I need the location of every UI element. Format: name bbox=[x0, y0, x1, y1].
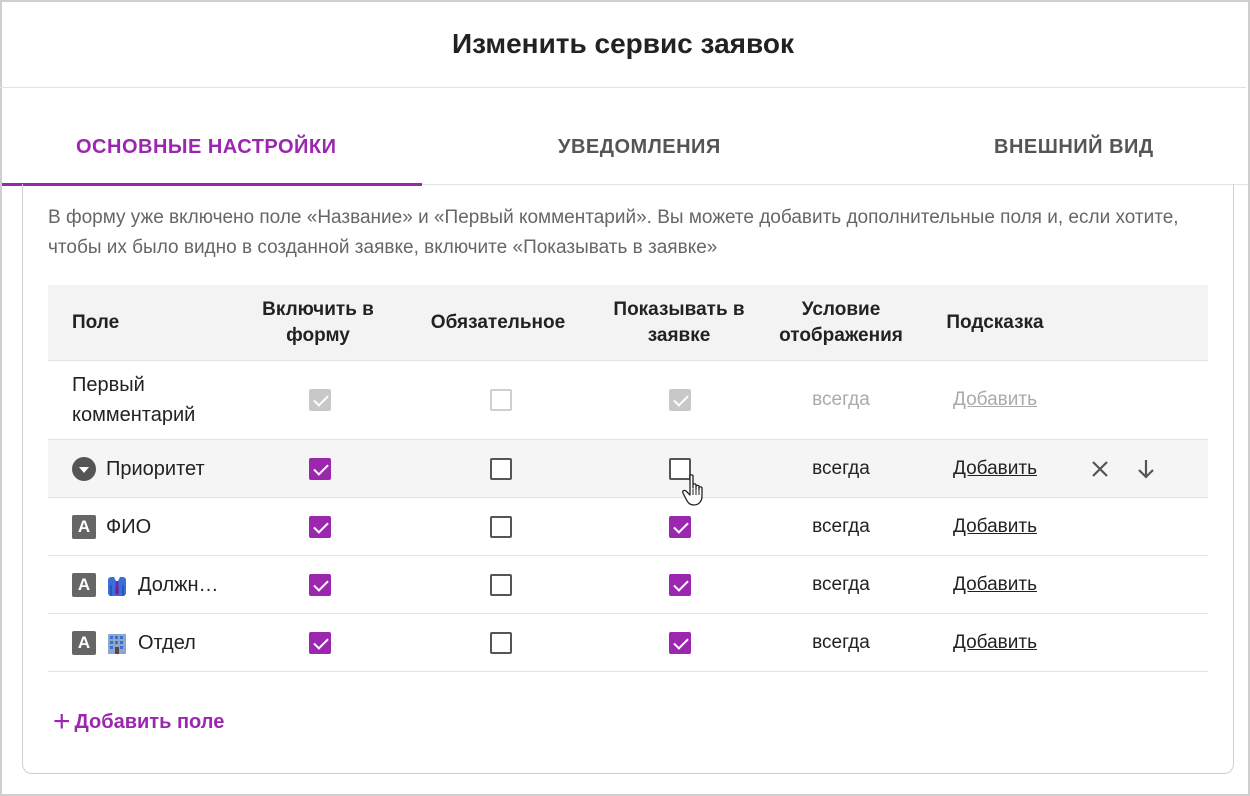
required-checkbox[interactable] bbox=[490, 631, 512, 654]
required-checkbox[interactable] bbox=[490, 515, 512, 538]
field-name: Отдел bbox=[138, 631, 196, 654]
header-condition: Условие отображения bbox=[779, 299, 903, 346]
show-checkbox[interactable] bbox=[669, 631, 691, 654]
show-checkbox[interactable] bbox=[669, 515, 691, 538]
field-name: Приоритет bbox=[106, 457, 205, 480]
dropdown-icon bbox=[72, 456, 96, 481]
add-field-label: Добавить поле bbox=[74, 710, 225, 733]
field-name-cell: A Должн… bbox=[72, 556, 219, 613]
show-checkbox[interactable] bbox=[669, 389, 691, 411]
table-header: Поле Включить в форму Обязательное Показ… bbox=[48, 285, 1208, 361]
field-name: Первый комментарий bbox=[72, 374, 196, 426]
include-checkbox[interactable] bbox=[309, 389, 331, 411]
condition-value[interactable]: всегда bbox=[812, 458, 870, 480]
condition-value[interactable]: всегда bbox=[812, 389, 870, 411]
condition-value[interactable]: всегда bbox=[812, 632, 870, 654]
show-checkbox[interactable] bbox=[669, 573, 691, 596]
field-name-cell: A ФИО bbox=[72, 498, 151, 555]
text-field-icon: A bbox=[72, 630, 96, 655]
suit-emoji-icon bbox=[106, 573, 128, 597]
include-checkbox[interactable] bbox=[309, 631, 331, 654]
required-checkbox[interactable] bbox=[490, 457, 512, 480]
required-checkbox[interactable] bbox=[490, 389, 512, 411]
hint-add-link[interactable]: Добавить bbox=[953, 516, 1037, 538]
hint-add-link[interactable]: Добавить bbox=[953, 458, 1037, 480]
include-checkbox[interactable] bbox=[309, 457, 331, 480]
tab-general-settings[interactable]: ОСНОВНЫЕ НАСТРОЙКИ bbox=[76, 136, 337, 159]
tab-notifications[interactable]: УВЕДОМЛЕНИЯ bbox=[558, 136, 721, 159]
hint-add-link[interactable]: Добавить bbox=[953, 574, 1037, 596]
header-show: Показывать в заявке bbox=[613, 299, 745, 346]
field-name: Должн… bbox=[138, 573, 219, 596]
required-checkbox[interactable] bbox=[490, 573, 512, 596]
show-checkbox[interactable] bbox=[669, 457, 691, 480]
header-include: Включить в форму bbox=[262, 299, 374, 346]
plus-icon: + bbox=[53, 705, 71, 738]
remove-field-icon[interactable] bbox=[1087, 440, 1113, 497]
office-building-emoji-icon bbox=[106, 631, 128, 655]
move-down-icon[interactable] bbox=[1133, 440, 1159, 497]
condition-value[interactable]: всегда bbox=[812, 516, 870, 538]
header-required: Обязательное bbox=[430, 312, 566, 333]
table-row: A Отдел всегда Добавить bbox=[48, 614, 1208, 672]
header-hint: Подсказка bbox=[946, 312, 1044, 333]
field-name: ФИО bbox=[106, 515, 152, 538]
intro-text: В форму уже включено поле «Название» и «… bbox=[48, 207, 1179, 258]
text-field-icon: A bbox=[72, 514, 96, 539]
text-field-icon: A bbox=[72, 572, 96, 597]
dialog-title: Изменить сервис заявок bbox=[0, 0, 1246, 88]
table-row: A ФИО всегда Добавить bbox=[48, 498, 1208, 556]
include-checkbox[interactable] bbox=[309, 515, 331, 538]
header-field: Поле bbox=[72, 312, 120, 333]
hint-add-link[interactable]: Добавить bbox=[953, 632, 1037, 654]
field-name-cell: A Отдел bbox=[72, 614, 196, 671]
field-name-cell: Первый комментарий bbox=[72, 361, 252, 439]
table-row: Первый комментарий всегда Добавить bbox=[48, 361, 1208, 440]
include-checkbox[interactable] bbox=[309, 573, 331, 596]
condition-value[interactable]: всегда bbox=[812, 574, 870, 596]
table-row: Приоритет всегда Добавить bbox=[48, 440, 1208, 498]
tab-bar: ОСНОВНЫЕ НАСТРОЙКИ УВЕДОМЛЕНИЯ ВНЕШНИЙ В… bbox=[2, 88, 1248, 186]
field-name-cell: Приоритет bbox=[72, 440, 205, 497]
table-row: A Должн… всегда Добавить bbox=[48, 556, 1208, 614]
add-field-button[interactable]: + Добавить поле bbox=[53, 705, 225, 738]
hint-add-link[interactable]: Добавить bbox=[953, 389, 1037, 411]
tab-appearance[interactable]: ВНЕШНИЙ ВИД bbox=[994, 136, 1154, 159]
